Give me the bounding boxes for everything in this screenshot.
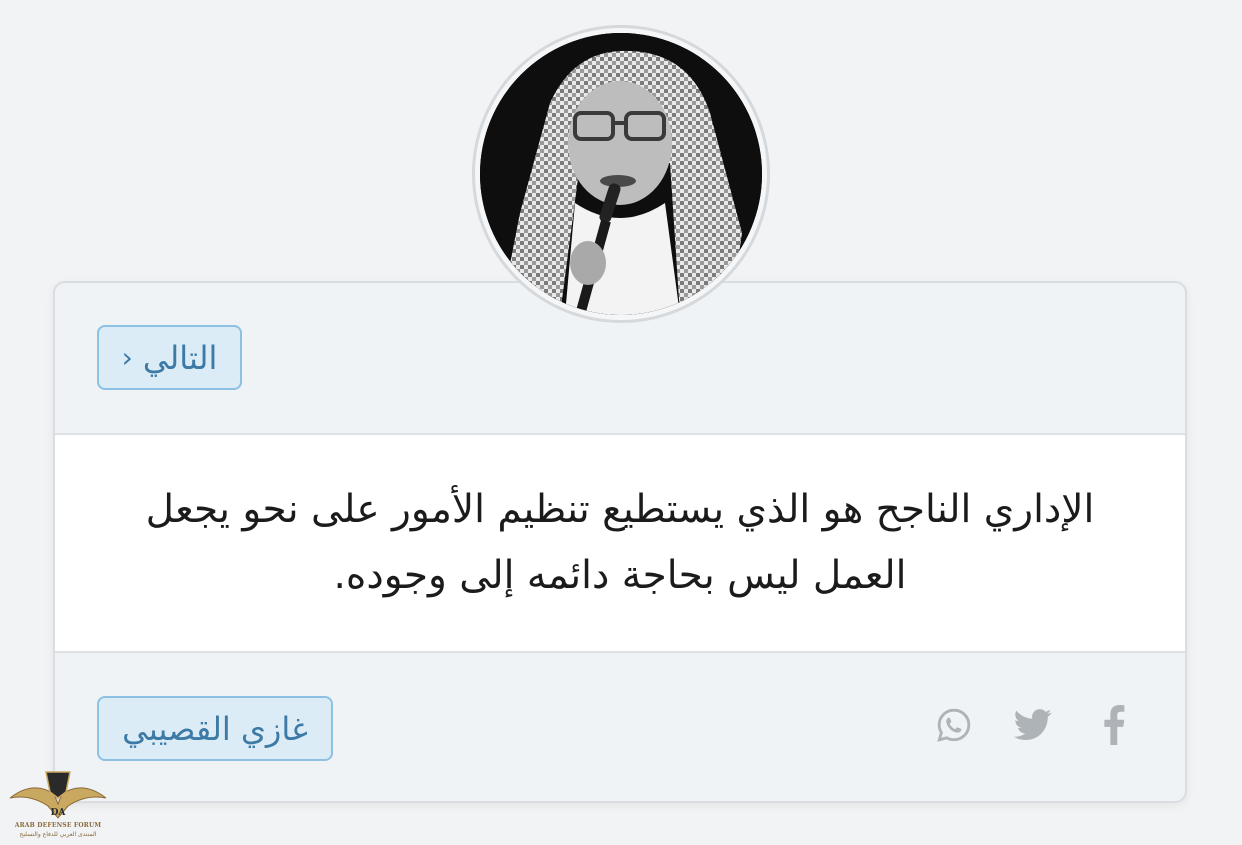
watermark-logo: DA ARAB DEFENSE FORUM المنتدى العربي للد… xyxy=(8,768,108,844)
quote-card: التالي ‹ الإداري الناجح هو الذي يستطيع ت… xyxy=(53,281,1187,803)
author-button[interactable]: غازي القصيبي xyxy=(97,696,333,761)
author-photo xyxy=(480,33,762,315)
twitter-icon[interactable] xyxy=(1011,701,1055,749)
logo-text: DA xyxy=(51,808,67,818)
watermark-title: ARAB DEFENSE FORUM xyxy=(14,822,102,829)
quote-text: الإداري الناجح هو الذي يستطيع تنظيم الأم… xyxy=(145,487,1095,598)
author-avatar xyxy=(472,25,770,323)
chevron-left-icon: ‹ xyxy=(121,341,133,374)
author-name: غازي القصيبي xyxy=(122,709,308,748)
whatsapp-icon[interactable] xyxy=(932,701,976,749)
watermark-subtitle: المنتدى العربي للدفاع والتسليح xyxy=(19,831,97,838)
forum-emblem-icon: DA xyxy=(9,771,107,819)
facebook-icon[interactable] xyxy=(1092,701,1136,749)
card-footer: غازي القصيبي xyxy=(55,653,1185,801)
next-button[interactable]: التالي ‹ xyxy=(97,325,242,390)
quote-body: الإداري الناجح هو الذي يستطيع تنظيم الأم… xyxy=(55,435,1185,653)
next-button-label: التالي xyxy=(142,338,218,377)
